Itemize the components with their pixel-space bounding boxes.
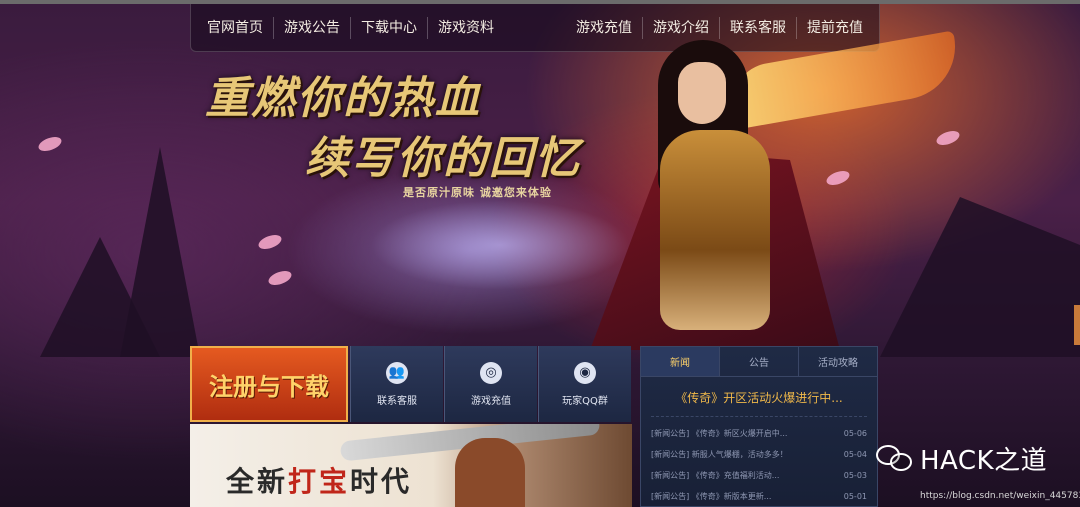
- news-item-date: 05-06: [843, 429, 867, 438]
- news-item-date: 05-03: [843, 471, 867, 480]
- nav-home[interactable]: 官网首页: [197, 16, 274, 39]
- heroine-face: [678, 62, 726, 124]
- nav-game-intro[interactable]: 游戏介绍: [643, 16, 720, 39]
- heroine-illustration: [580, 30, 964, 350]
- quick-link-contact[interactable]: 👥 联系客服: [350, 346, 443, 422]
- user-group-icon: 👥: [386, 361, 408, 384]
- tab-news[interactable]: 新闻: [641, 347, 720, 376]
- news-tabs: 新闻 公告 活动攻略: [641, 347, 877, 377]
- hero-headline: 重燃你的热血 续写你的回忆 是否原汁原味 诚邀您来体验: [205, 62, 595, 202]
- recharge-icon: ◎: [480, 361, 502, 384]
- banner-title: 全新打宝时代: [226, 460, 412, 500]
- news-panel: 新闻 公告 活动攻略 《传奇》开区活动火爆进行中... [新闻公告] 《传奇》新…: [640, 346, 878, 507]
- quick-link-label: 游戏充值: [471, 395, 511, 407]
- nav-contact[interactable]: 联系客服: [720, 16, 797, 39]
- tab-announcements[interactable]: 公告: [720, 347, 799, 376]
- quick-link-recharge[interactable]: ◎ 游戏充值: [444, 346, 537, 422]
- banner-title-highlight: 打宝: [288, 465, 351, 498]
- list-item[interactable]: [新闻公告] 《传奇》新区火爆开启中... 05-06: [651, 423, 867, 444]
- quick-link-qq-group[interactable]: ◉ 玩家QQ群: [538, 346, 631, 422]
- nav-announcements[interactable]: 游戏公告: [274, 16, 351, 39]
- news-item-title: [新闻公告] 新服人气爆棚，活动多多！: [651, 450, 788, 459]
- quick-link-label: 联系客服: [377, 395, 417, 407]
- banner-title-pre: 全新: [226, 465, 289, 498]
- tab-guides[interactable]: 活动攻略: [799, 347, 877, 376]
- nav-recharge[interactable]: 游戏充值: [566, 16, 643, 39]
- banner-title-post: 时代: [350, 465, 413, 498]
- news-item-date: 05-04: [843, 450, 867, 459]
- nav-pre-recharge[interactable]: 提前充值: [797, 17, 873, 39]
- heroine-armor: [660, 130, 770, 330]
- news-list: [新闻公告] 《传奇》新区火爆开启中... 05-06 [新闻公告] 新服人气爆…: [641, 417, 877, 507]
- petal: [266, 268, 294, 288]
- list-item[interactable]: [新闻公告] 《传奇》充值福利活动... 05-03: [651, 465, 867, 486]
- petal: [36, 134, 64, 154]
- petal: [256, 232, 284, 252]
- wechat-icon: [876, 444, 912, 473]
- promo-banner[interactable]: 全新打宝时代: [190, 424, 632, 507]
- scrollbar-marker[interactable]: [1074, 305, 1080, 345]
- list-item[interactable]: [新闻公告] 《传奇》新版本更新... 05-01: [651, 486, 867, 507]
- watermark-text: HACK之道: [920, 446, 1048, 476]
- headline-tagline: 是否原汁原味 诚邀您来体验: [403, 186, 552, 199]
- news-headline[interactable]: 《传奇》开区活动火爆进行中...: [651, 377, 867, 417]
- news-item-title: [新闻公告] 《传奇》新版本更新...: [651, 492, 772, 501]
- news-item-date: 05-01: [843, 492, 867, 501]
- watermark: HACK之道: [876, 440, 1047, 477]
- mountain-right: [880, 197, 1080, 357]
- petal: [934, 128, 962, 148]
- warrior-art: [455, 438, 525, 507]
- nav-downloads[interactable]: 下载中心: [351, 16, 428, 39]
- news-item-title: [新闻公告] 《传奇》新区火爆开启中...: [651, 429, 788, 438]
- register-download-button[interactable]: 注册与下载: [190, 346, 348, 422]
- nav-left-group: 官网首页 游戏公告 下载中心 游戏资料: [197, 16, 504, 39]
- list-item[interactable]: [新闻公告] 新服人气爆棚，活动多多！ 05-04: [651, 444, 867, 465]
- quick-link-label: 玩家QQ群: [562, 395, 608, 407]
- headline-line-2: 续写你的回忆: [305, 133, 581, 184]
- nav-game-info[interactable]: 游戏资料: [428, 17, 504, 39]
- news-item-title: [新闻公告] 《传奇》充值福利活动...: [651, 471, 780, 480]
- nav-right-group: 游戏充值 游戏介绍 联系客服 提前充值: [566, 16, 873, 39]
- headline-line-1: 重燃你的热血: [205, 73, 481, 124]
- qq-group-icon: ◉: [574, 361, 596, 384]
- watermark-url: https://blog.csdn.net/weixin_4457833: [920, 491, 1080, 501]
